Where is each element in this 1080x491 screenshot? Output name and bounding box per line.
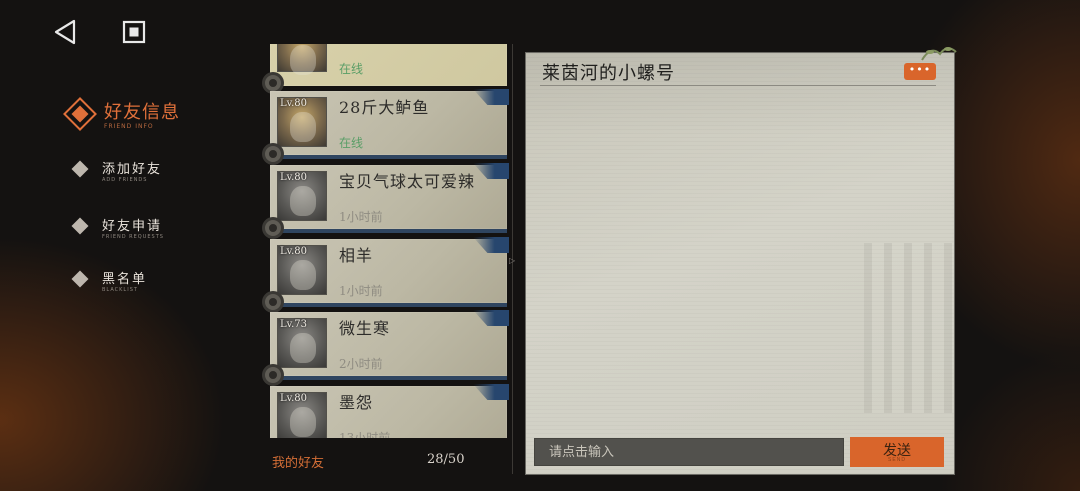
sidebar-item-sublabel: FRIEND REQUESTS: [102, 234, 164, 240]
sidebar: 好友信息 FRIEND INFO 添加好友 ADD FRIENDS 好友申请 F…: [0, 0, 240, 491]
friend-status: 2小时前: [339, 357, 383, 371]
sidebar-item-sublabel: ADD FRIENDS: [102, 177, 148, 183]
sidebar-item-blacklist[interactable]: 黑名单 BLACKLIST: [71, 268, 234, 300]
friend-level: Lv.80: [280, 393, 308, 404]
sidebar-item-add-friends[interactable]: 添加好友 ADD FRIENDS: [71, 158, 234, 190]
avatar: Lv.73: [277, 318, 327, 368]
sidebar-item-sublabel: BLACKLIST: [102, 287, 138, 293]
friend-name: 微生寒: [339, 319, 391, 338]
plant-decoration-icon: [921, 47, 957, 61]
diamond-icon: [71, 160, 89, 178]
send-button[interactable]: 发送 SEND: [850, 437, 944, 467]
sidebar-item-label: 黑名单: [102, 272, 148, 287]
chat-input-bar[interactable]: [534, 438, 844, 466]
friend-level: Lv.80: [280, 98, 308, 109]
avatar: Lv.80: [277, 245, 327, 295]
avatar: Lv.80: [277, 392, 327, 438]
gear-icon: [262, 217, 284, 239]
chat-title: 莱茵河的小螺号: [542, 63, 675, 84]
friend-card[interactable]: Lv.80 宝贝气球太可爱辣 1小时前: [262, 163, 509, 239]
diamond-icon: [71, 217, 89, 235]
avatar: Lv.80: [277, 97, 327, 147]
diamond-icon: [71, 270, 89, 288]
friend-level: Lv.73: [280, 319, 308, 330]
more-options-button[interactable]: •••: [904, 63, 936, 80]
sidebar-item-label: 好友信息: [104, 102, 180, 123]
friend-card[interactable]: Lv.73 微生寒 2小时前: [262, 310, 509, 386]
friend-card[interactable]: Lv.80 28斤大鲈鱼 在线: [262, 89, 509, 165]
chat-panel: 莱茵河的小螺号 ••• 发送 SEND: [525, 52, 955, 475]
friend-card[interactable]: Lv.80 墨怨 13小时前: [270, 384, 509, 438]
gear-icon: [262, 364, 284, 386]
gear-icon: [262, 143, 284, 165]
avatar: Lv.80: [277, 171, 327, 221]
chat-input[interactable]: [535, 439, 843, 465]
friend-status: 13小时前: [339, 431, 391, 438]
friend-list[interactable]: 在线 Lv.80 28斤大鲈鱼 在线 Lv.80 宝贝气球太可爱辣 1小时前 L…: [262, 44, 510, 438]
collapse-arrow-icon[interactable]: ▷: [509, 256, 517, 266]
diamond-icon: [63, 97, 97, 131]
friend-name: 墨怨: [339, 393, 374, 412]
friend-card[interactable]: Lv.80 相羊 1小时前: [262, 237, 509, 313]
friend-status: 1小时前: [339, 284, 383, 298]
friend-status: 1小时前: [339, 210, 383, 224]
sidebar-item-friend-info[interactable]: 好友信息 FRIEND INFO: [62, 96, 222, 138]
friend-status: 在线: [339, 62, 364, 76]
friend-status: 在线: [339, 136, 364, 150]
send-sublabel: SEND: [888, 457, 906, 463]
my-friends-label: 我的好友: [272, 456, 325, 471]
friend-name: 28斤大鲈鱼: [339, 98, 430, 117]
avatar: [277, 44, 327, 75]
gear-icon: [262, 291, 284, 313]
friend-name: 宝贝气球太可爱辣: [339, 172, 476, 191]
friend-list-footer: 我的好友 28/50: [272, 452, 472, 472]
friend-count: 28/50: [427, 452, 465, 467]
friend-card[interactable]: 在线: [262, 44, 507, 94]
friend-level: Lv.80: [280, 246, 308, 257]
sidebar-item-sublabel: FRIEND INFO: [104, 123, 154, 130]
title-divider: [540, 85, 936, 86]
sidebar-item-label: 添加好友: [102, 162, 163, 177]
sidebar-item-label: 好友申请: [102, 219, 163, 234]
sidebar-item-friend-requests[interactable]: 好友申请 FRIEND REQUESTS: [71, 215, 234, 247]
friend-name: 相羊: [339, 246, 374, 265]
friend-level: Lv.80: [280, 172, 308, 183]
